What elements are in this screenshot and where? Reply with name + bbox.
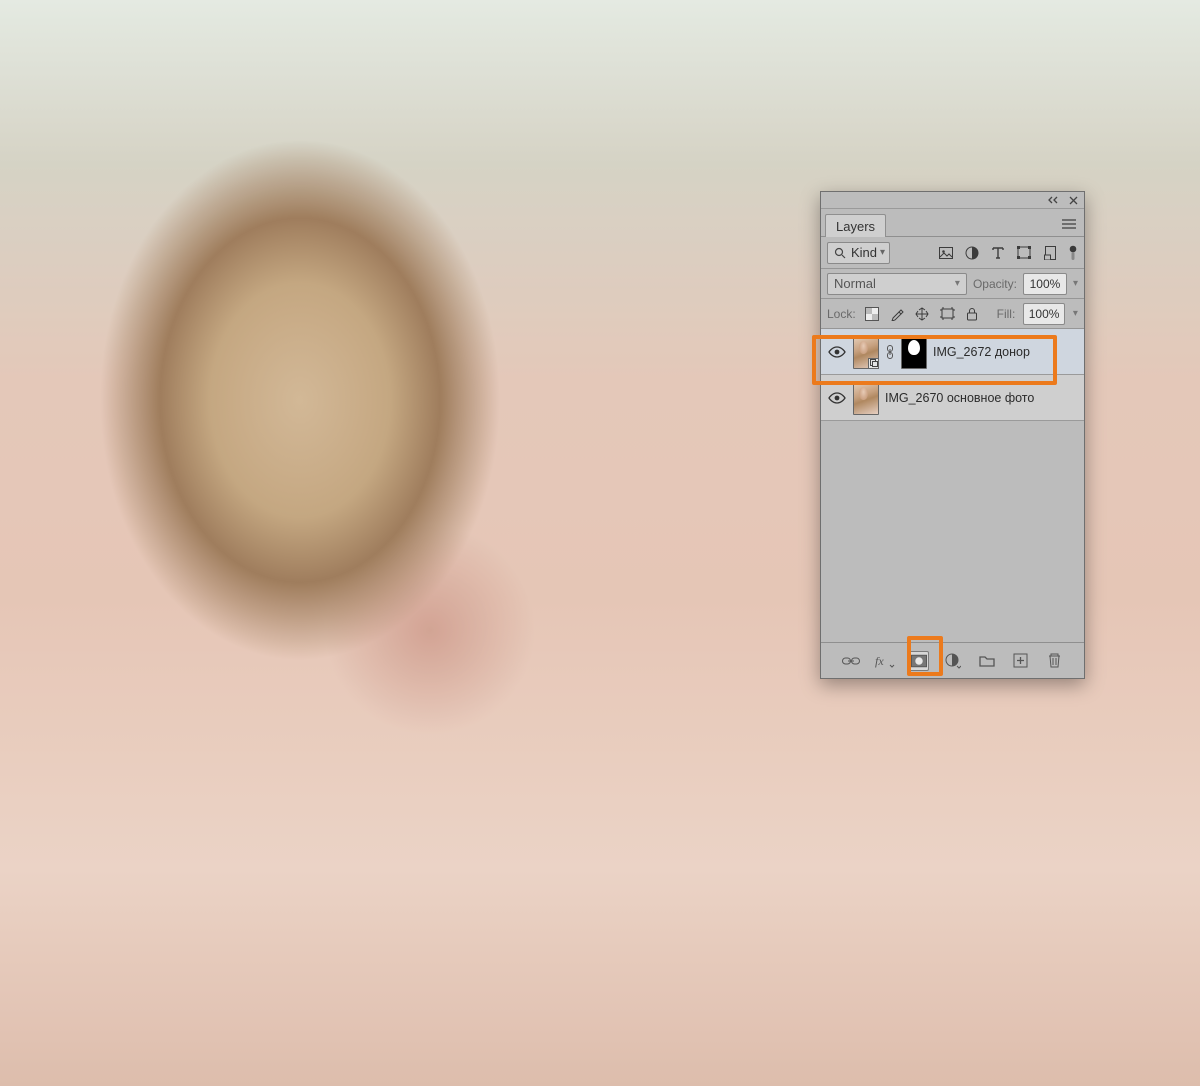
filter-kind-select[interactable]: Kind ▾ [827,242,890,264]
opacity-label: Opacity: [973,277,1017,291]
layer-name-label[interactable]: IMG_2672 донор [933,345,1030,359]
filter-smartobject-icon[interactable] [1042,245,1058,261]
layer-filter-bar: Kind ▾ [821,237,1084,269]
search-icon [832,245,848,261]
lock-artboard-icon[interactable] [939,306,956,322]
layer-mask-thumbnail[interactable] [901,335,927,369]
layers-panel: Layers Kind ▾ Normal ▾ Opacity: 100% ▾ [820,191,1085,679]
filter-adjustment-icon[interactable] [964,245,980,261]
svg-text:fx: fx [875,654,884,668]
layer-name-label[interactable]: IMG_2670 основное фото [885,391,1034,405]
chevron-down-icon: ▾ [880,247,885,258]
filter-toggle-switch[interactable] [1068,245,1078,261]
layer-row[interactable]: IMG_2672 донор [821,329,1084,375]
close-panel-button[interactable] [1066,194,1080,206]
lock-label: Lock: [827,307,856,321]
blend-mode-value: Normal [834,276,876,291]
visibility-toggle[interactable] [827,342,847,362]
collapse-panel-button[interactable] [1046,194,1060,206]
filter-type-icon[interactable] [990,245,1006,261]
new-group-button[interactable] [977,651,997,671]
visibility-toggle[interactable] [827,388,847,408]
lock-position-icon[interactable] [914,306,931,322]
filter-shape-icon[interactable] [1016,245,1032,261]
new-adjustment-layer-button[interactable] [943,651,963,671]
layer-row[interactable]: IMG_2670 основное фото [821,375,1084,421]
filter-kind-label: Kind [851,245,877,260]
layers-footer-bar: fx [821,642,1084,678]
blend-mode-select[interactable]: Normal ▾ [827,273,967,295]
tab-layers[interactable]: Layers [825,214,886,237]
panel-tabbar: Layers [821,209,1084,237]
filter-pixel-icon[interactable] [938,245,954,261]
layer-style-button[interactable]: fx [875,651,895,671]
panel-titlebar [821,192,1084,209]
lock-transparency-icon[interactable] [864,306,881,322]
fill-label: Fill: [997,307,1016,321]
delete-layer-button[interactable] [1045,651,1065,671]
opacity-value-input[interactable]: 100% [1023,273,1067,295]
lock-paint-icon[interactable] [889,306,906,322]
smart-object-badge [868,358,879,369]
panel-menu-button[interactable] [1058,213,1080,236]
chevron-down-icon[interactable]: ▾ [1073,308,1078,319]
chevron-down-icon: ▾ [955,278,960,289]
link-layers-button[interactable] [841,651,861,671]
add-layer-mask-button[interactable] [909,651,929,671]
chevron-down-icon[interactable]: ▾ [1073,278,1078,289]
lock-fill-bar: Lock: Fill: 100% ▾ [821,299,1084,329]
lock-all-icon[interactable] [964,306,981,322]
blend-opacity-bar: Normal ▾ Opacity: 100% ▾ [821,269,1084,299]
layer-thumbnail[interactable] [853,335,879,369]
layer-list: IMG_2672 донор IMG_2670 основное фото [821,329,1084,642]
mask-link-icon[interactable] [885,342,895,362]
fill-value-input[interactable]: 100% [1023,303,1065,325]
new-layer-button[interactable] [1011,651,1031,671]
layer-thumbnail[interactable] [853,381,879,415]
